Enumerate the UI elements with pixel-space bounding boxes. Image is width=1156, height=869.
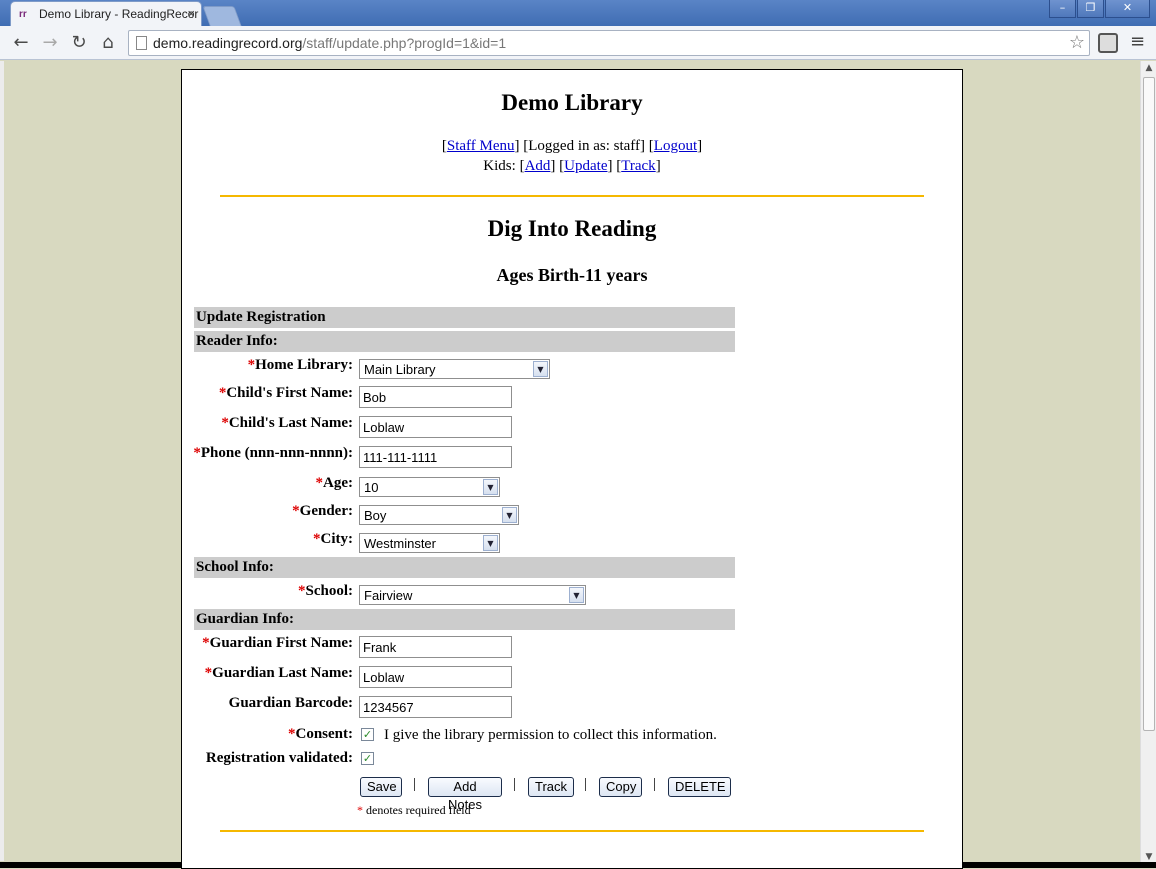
tab-title: Demo Library - ReadingRecor [39, 7, 199, 21]
logged-in-text: [Logged in as: staff] [523, 138, 646, 154]
kids-add-link[interactable]: Add [525, 158, 551, 174]
chevron-down-icon: ▼ [569, 587, 584, 603]
browser-menu-icon[interactable]: ≡ [1130, 33, 1146, 51]
school-label: *School: [297, 583, 353, 599]
age-select[interactable]: 10 ▼ [359, 477, 500, 497]
guardian-last-input[interactable]: Loblaw [359, 666, 512, 688]
url-host: demo.readingrecord.org [153, 35, 303, 51]
last-name-label: *Child's Last Name: [221, 415, 353, 431]
copy-button[interactable]: Copy [599, 777, 642, 797]
guardian-barcode-input[interactable]: 1234567 [359, 696, 512, 718]
kids-track-link[interactable]: Track [621, 158, 655, 174]
save-button[interactable]: Save [360, 777, 402, 797]
vertical-scrollbar[interactable]: ▲ ▼ [1140, 61, 1156, 864]
age-label: *Age: [315, 475, 354, 491]
window-close-button[interactable]: ✕ [1105, 0, 1150, 18]
section-guardian-info: Guardian Info: [194, 609, 735, 630]
address-bar[interactable]: demo.readingrecord.org/staff/update.php?… [128, 30, 1090, 56]
favicon-icon: rr [19, 9, 27, 20]
staff-menu-link[interactable]: Staff Menu [447, 138, 515, 154]
separator: | [413, 776, 417, 792]
gender-select[interactable]: Boy ▼ [359, 505, 519, 525]
new-tab-button[interactable] [202, 6, 242, 26]
reload-button[interactable]: ↻ [67, 31, 91, 55]
school-select[interactable]: Fairview ▼ [359, 585, 586, 605]
back-button[interactable]: ← [9, 31, 33, 55]
add-notes-button[interactable]: Add Notes [428, 777, 502, 812]
gender-label: *Gender: [292, 503, 353, 519]
logout-link[interactable]: Logout [654, 138, 697, 154]
separator: | [584, 776, 588, 792]
window-titlebar: rr Demo Library - ReadingRecor × – ❐ ✕ [0, 0, 1156, 26]
delete-button[interactable]: DELETE [668, 777, 731, 797]
phone-label: *Phone (nnn-nnn-nnnn): [193, 445, 353, 461]
chevron-down-icon: ▼ [533, 361, 548, 377]
chevron-down-icon: ▼ [483, 479, 498, 495]
consent-text: I give the library permission to collect… [384, 727, 717, 743]
consent-checkbox[interactable]: ✓ [361, 728, 374, 741]
guardian-barcode-label: Guardian Barcode: [228, 695, 353, 711]
minimize-button[interactable]: – [1049, 0, 1076, 18]
left-edge [0, 61, 4, 861]
city-select[interactable]: Westminster ▼ [359, 533, 500, 553]
guardian-first-label: *Guardian First Name: [202, 635, 353, 651]
extension-icon[interactable] [1098, 33, 1118, 53]
guardian-first-input[interactable]: Frank [359, 636, 512, 658]
separator: | [513, 776, 517, 792]
home-button[interactable]: ⌂ [96, 31, 120, 55]
consent-label: *Consent: [287, 726, 353, 742]
library-title: Demo Library [501, 90, 643, 115]
program-title: Dig Into Reading [487, 216, 657, 241]
track-button[interactable]: Track [528, 777, 574, 797]
city-label: *City: [313, 531, 353, 547]
section-update-registration: Update Registration [194, 307, 735, 328]
kids-label: Kids: [483, 158, 516, 174]
guardian-last-label: *Guardian Last Name: [204, 665, 353, 681]
url-path: /staff/update.php?progId=1&id=1 [302, 35, 507, 51]
section-reader-info: Reader Info: [194, 331, 735, 352]
browser-tab[interactable]: rr Demo Library - ReadingRecor × [10, 1, 202, 26]
restore-button[interactable]: ❐ [1077, 0, 1104, 18]
forward-button[interactable]: → [38, 31, 62, 55]
tab-close-icon[interactable]: × [187, 6, 195, 21]
bookmark-star-icon[interactable]: ☆ [1069, 32, 1085, 53]
phone-input[interactable]: 111-111-1111 [359, 446, 512, 468]
separator: | [653, 776, 657, 792]
header-divider [220, 195, 924, 197]
chevron-down-icon: ▼ [502, 507, 517, 523]
section-school-info: School Info: [194, 557, 735, 578]
kids-nav: Kids: [Add] [Update] [Track] [483, 158, 661, 174]
page-content: Demo Library [Staff Menu] [Logged in as:… [181, 69, 963, 869]
home-library-label: *Home Library: [247, 357, 353, 373]
kids-update-link[interactable]: Update [564, 158, 607, 174]
required-note: * denotes required field [357, 803, 471, 817]
validated-label: Registration validated: [205, 750, 353, 766]
footer-divider [220, 830, 924, 832]
first-name-input[interactable]: Bob [359, 386, 512, 408]
first-name-label: *Child's First Name: [218, 385, 353, 401]
program-ages: Ages Birth-11 years [496, 265, 648, 285]
validated-checkbox[interactable]: ✓ [361, 752, 374, 765]
home-library-select[interactable]: Main Library ▼ [359, 359, 550, 379]
staff-nav: [Staff Menu] [Logged in as: staff] [Logo… [441, 138, 703, 154]
browser-toolbar: ← → ↻ ⌂ demo.readingrecord.org/staff/upd… [0, 26, 1156, 60]
scroll-up-arrow-icon[interactable]: ▲ [1142, 61, 1156, 75]
last-name-input[interactable]: Loblaw [359, 416, 512, 438]
page-icon [136, 36, 147, 50]
scroll-thumb[interactable] [1143, 77, 1155, 731]
chevron-down-icon: ▼ [483, 535, 498, 551]
